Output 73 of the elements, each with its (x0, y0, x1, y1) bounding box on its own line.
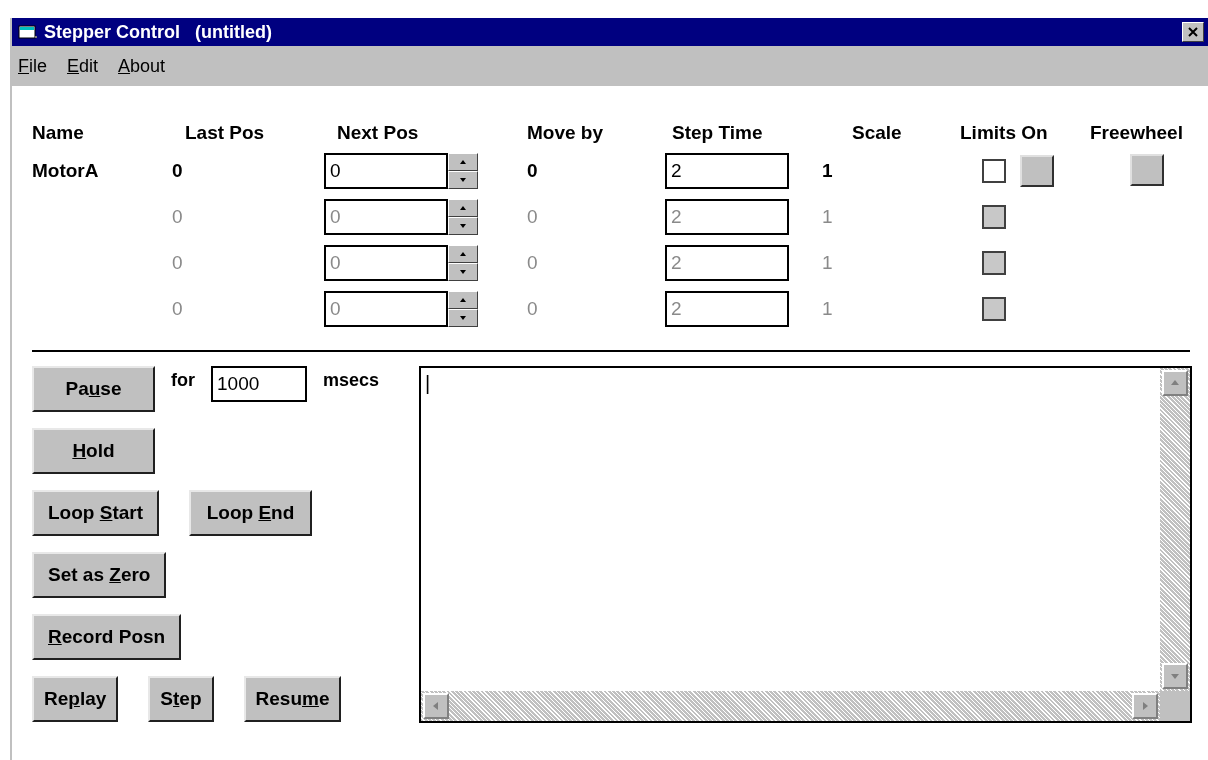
up-arrow-icon (460, 160, 466, 164)
menu-item[interactable]: Edit (67, 55, 99, 77)
spin-down-button[interactable] (448, 263, 478, 281)
window-title: Stepper Control (untitled) (44, 21, 272, 43)
close-icon (1188, 27, 1198, 37)
down-arrow-icon (460, 178, 466, 182)
spin-up-button[interactable] (448, 199, 478, 217)
horizontal-scrollbar[interactable] (421, 691, 1160, 721)
spin-down-button[interactable] (448, 217, 478, 235)
up-arrow-icon (1171, 379, 1179, 387)
column-header: Scale (852, 122, 902, 143)
next-position-field[interactable]: 0 (324, 153, 448, 189)
right-arrow-icon (1141, 702, 1149, 710)
command-button[interactable]: Step (148, 676, 214, 722)
step-time-field[interactable]: 2 (665, 153, 789, 189)
scroll-down-button[interactable] (1162, 663, 1188, 689)
column-header: Move by (527, 122, 604, 143)
spin-up-button[interactable] (448, 291, 478, 309)
last-position: 0 (172, 160, 183, 181)
scroll-right-button[interactable] (1132, 693, 1158, 719)
limits-checkbox[interactable] (982, 159, 1006, 183)
down-arrow-icon (1171, 672, 1179, 680)
column-header: Last Pos (185, 122, 265, 143)
pause-button[interactable]: Pause (32, 366, 155, 412)
unit-label: msecs (323, 369, 380, 391)
command-button[interactable]: Replay (32, 676, 119, 722)
spin-down-button[interactable] (448, 309, 478, 327)
command-button[interactable]: Hold (32, 428, 155, 474)
last-position: 0 (172, 298, 183, 319)
column-header: Limits On (960, 122, 1048, 143)
left-arrow-icon (432, 702, 440, 710)
scale-value: 1 (822, 206, 833, 227)
text-cursor: | (425, 372, 431, 395)
freewheel-button[interactable] (1130, 154, 1164, 186)
down-arrow-icon (460, 316, 466, 320)
move-by-value: 0 (527, 252, 538, 273)
column-header: Name (32, 122, 84, 143)
command-button[interactable]: Record Posn (32, 614, 182, 660)
last-position: 0 (172, 206, 183, 227)
up-arrow-icon (460, 206, 466, 210)
spin-up-button[interactable] (448, 153, 478, 171)
window-icon (18, 23, 38, 41)
column-header: Freewheel (1090, 122, 1183, 143)
motor-name: MotorA (32, 160, 99, 181)
up-arrow-icon (460, 252, 466, 256)
log-text-area[interactable]: | (419, 366, 1192, 723)
spin-down-button[interactable] (448, 171, 478, 189)
command-button[interactable]: Loop Start (32, 490, 159, 536)
up-arrow-icon (460, 298, 466, 302)
for-label: for (171, 369, 195, 391)
scroll-up-button[interactable] (1162, 370, 1188, 396)
move-by-value: 0 (527, 298, 538, 319)
move-by-value: 0 (527, 160, 538, 181)
menu-item[interactable]: About (118, 55, 166, 77)
scale-value: 1 (822, 252, 833, 273)
limits-button[interactable] (1020, 155, 1054, 187)
last-position: 0 (172, 252, 183, 273)
command-button[interactable]: Loop End (189, 490, 312, 536)
column-header: Next Pos (337, 122, 419, 143)
column-header: Step Time (672, 122, 763, 143)
scrollbar-corner (1160, 691, 1190, 721)
down-arrow-icon (460, 270, 466, 274)
scale-value: 1 (822, 160, 833, 181)
down-arrow-icon (460, 224, 466, 228)
close-button[interactable] (1182, 22, 1204, 42)
spin-up-button[interactable] (448, 245, 478, 263)
command-button[interactable]: Set as Zero (32, 552, 167, 598)
scroll-left-button[interactable] (423, 693, 449, 719)
duration-field[interactable]: 1000 (211, 366, 307, 402)
menu-item[interactable]: File (18, 55, 47, 77)
command-button[interactable]: Resume (243, 676, 342, 722)
move-by-value: 0 (527, 206, 538, 227)
scale-value: 1 (822, 298, 833, 319)
